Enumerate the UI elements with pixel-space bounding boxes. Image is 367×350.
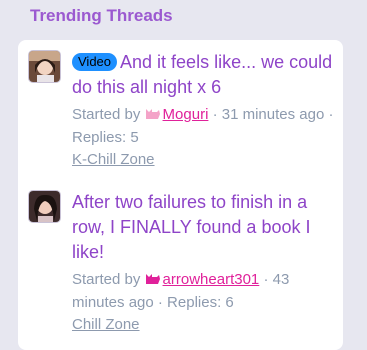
thread-replies: · Replies: 6	[157, 294, 234, 311]
cat-icon	[145, 274, 160, 284]
started-by-label: Started by	[72, 106, 141, 123]
thread-meta: Started by arrowheart301 · 43 minutes ag…	[72, 268, 340, 314]
thread-title[interactable]: After two failures to finish in a row, I…	[72, 190, 340, 265]
avatar-photo-icon	[29, 191, 60, 222]
section-title: Trending Threads	[30, 6, 173, 25]
thread-body: Video And it feels like... we could do th…	[72, 50, 340, 171]
thread-title[interactable]: Video And it feels like... we could do th…	[72, 50, 340, 100]
video-badge: Video	[72, 53, 118, 71]
user-link[interactable]: Moguri	[163, 106, 209, 123]
forum-link[interactable]: K-Chill Zone	[72, 149, 340, 171]
thread-meta: Started by Moguri · 31 minutes ago · Rep…	[72, 103, 340, 149]
thread-title-text[interactable]: After two failures to finish in a row, I…	[72, 192, 310, 262]
user-link[interactable]: arrowheart301	[163, 271, 260, 288]
trending-threads-card: Video And it feels like... we could do th…	[18, 40, 343, 350]
user-avatar[interactable]	[28, 50, 61, 83]
cat-icon	[145, 109, 160, 119]
user-avatar[interactable]	[28, 190, 61, 223]
thread-time: · 31 minutes ago	[212, 106, 325, 123]
avatar-photo-icon	[29, 51, 60, 82]
thread-body: After two failures to finish in a row, I…	[72, 190, 340, 336]
started-by-label: Started by	[72, 271, 141, 288]
forum-link[interactable]: Chill Zone	[72, 314, 340, 336]
